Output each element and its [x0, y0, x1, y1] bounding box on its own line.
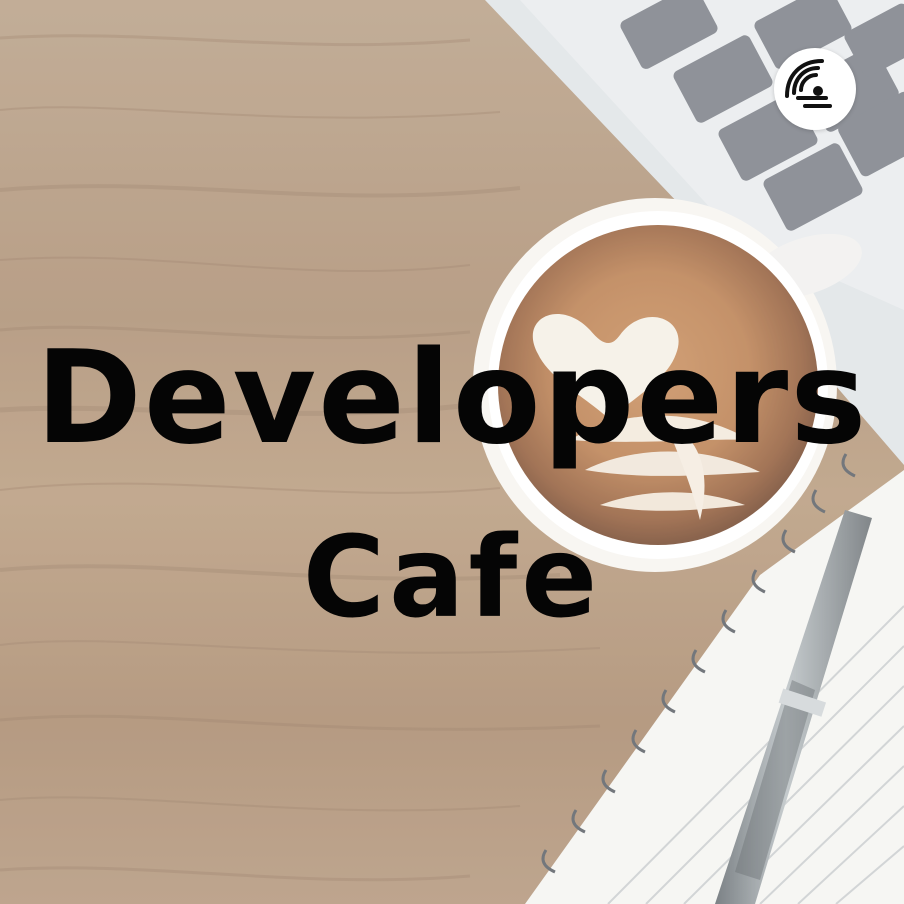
anchor-badge — [774, 48, 856, 130]
anchor-podcast-icon — [785, 59, 832, 108]
podcast-title-line-2: Cafe — [302, 513, 602, 643]
podcast-title-line-1: Developers — [35, 324, 869, 473]
podcast-cover: Developers Cafe — [0, 0, 904, 904]
